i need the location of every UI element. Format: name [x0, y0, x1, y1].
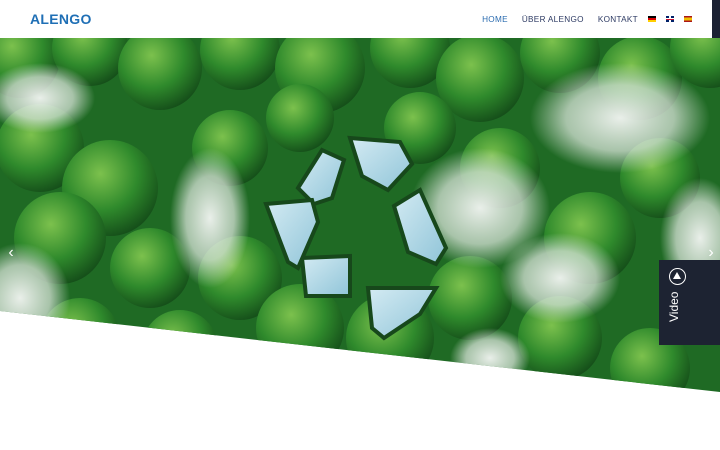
nav-item-home[interactable]: HOME [482, 15, 508, 24]
hero-image [0, 38, 720, 392]
play-circle-icon [669, 268, 686, 285]
video-button[interactable]: Video [659, 260, 720, 345]
header-dark-corner [712, 0, 720, 38]
logo-text: ALENGO [30, 11, 92, 27]
chevron-left-icon[interactable]: ‹ [5, 243, 17, 263]
nav-item-about[interactable]: ÜBER ALENGO [522, 15, 584, 24]
site-header: ALENGO HOME ÜBER ALENGO KONTAKT [0, 0, 720, 38]
es-flag-icon[interactable] [684, 16, 692, 22]
main-nav: HOME ÜBER ALENGO KONTAKT [468, 0, 692, 38]
video-label: Video [667, 291, 681, 322]
nav-item-contact[interactable]: KONTAKT [598, 15, 638, 24]
gb-flag-icon[interactable] [666, 16, 674, 22]
de-flag-icon[interactable] [648, 16, 656, 22]
hero-slider: ‹ › [0, 38, 720, 392]
logo[interactable]: ALENGO [30, 11, 92, 27]
